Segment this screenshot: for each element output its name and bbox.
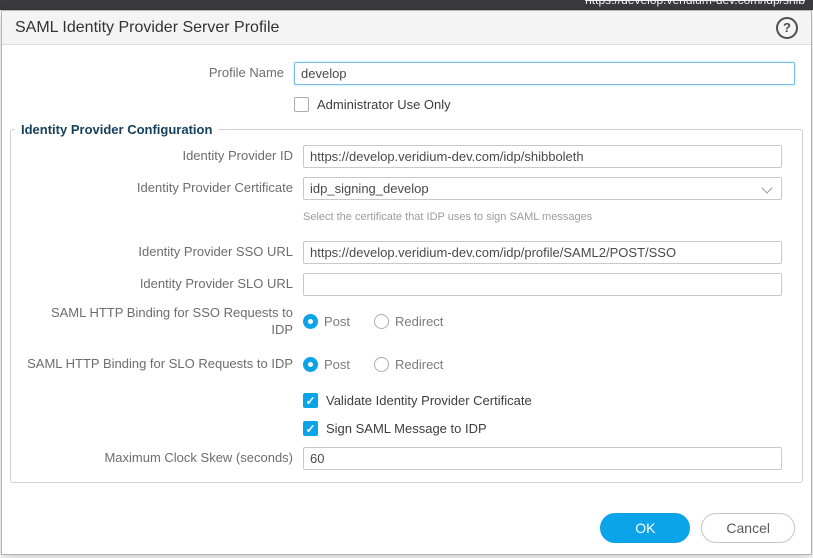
idp-certificate-helper-text: Select the certificate that IDP uses to … bbox=[303, 211, 592, 223]
sso-binding-redirect-label[interactable]: Redirect bbox=[395, 314, 443, 329]
sign-saml-checkbox[interactable] bbox=[303, 421, 318, 436]
sign-saml-row: Sign SAML Message to IDP bbox=[11, 419, 790, 439]
identity-provider-configuration-section: Identity Provider Configuration Identity… bbox=[10, 122, 803, 483]
profile-name-label: Profile Name bbox=[2, 65, 294, 82]
chevron-down-icon bbox=[761, 182, 772, 193]
sign-saml-label: Sign SAML Message to IDP bbox=[326, 421, 487, 436]
sso-binding-post-label[interactable]: Post bbox=[324, 314, 350, 329]
idp-id-input[interactable] bbox=[303, 145, 782, 168]
idp-certificate-helper-row: Select the certificate that IDP uses to … bbox=[11, 209, 790, 229]
slo-binding-post-radio[interactable] bbox=[303, 357, 318, 372]
slo-binding-label: SAML HTTP Binding for SLO Requests to ID… bbox=[11, 356, 303, 373]
sso-url-label: Identity Provider SSO URL bbox=[11, 244, 303, 261]
validate-cert-row: Validate Identity Provider Certificate bbox=[11, 391, 790, 411]
admin-use-only-label: Administrator Use Only bbox=[317, 97, 451, 112]
admin-use-only-row: Administrator Use Only bbox=[2, 94, 811, 114]
slo-url-input[interactable] bbox=[303, 273, 782, 296]
saml-idp-server-profile-dialog: SAML Identity Provider Server Profile ? … bbox=[1, 10, 812, 555]
sso-binding-post-radio[interactable] bbox=[303, 314, 318, 329]
validate-cert-checkbox[interactable] bbox=[303, 393, 318, 408]
slo-binding-redirect-label[interactable]: Redirect bbox=[395, 357, 443, 372]
dialog-body: Profile Name Administrator Use Only Iden… bbox=[2, 45, 811, 483]
cancel-button[interactable]: Cancel bbox=[701, 513, 795, 543]
sso-binding-label: SAML HTTP Binding for SSO Requests to ID… bbox=[11, 305, 303, 339]
dialog-footer: OK Cancel bbox=[600, 513, 795, 543]
idp-certificate-row: Identity Provider Certificate idp_signin… bbox=[11, 177, 790, 200]
ok-button[interactable]: OK bbox=[600, 513, 690, 543]
slo-url-row: Identity Provider SLO URL bbox=[11, 273, 790, 296]
sso-binding-redirect-radio[interactable] bbox=[374, 314, 389, 329]
dialog-title: SAML Identity Provider Server Profile bbox=[15, 19, 279, 37]
clock-skew-label: Maximum Clock Skew (seconds) bbox=[11, 450, 303, 467]
section-legend: Identity Provider Configuration bbox=[15, 122, 218, 137]
help-icon[interactable]: ? bbox=[776, 17, 798, 39]
sso-url-row: Identity Provider SSO URL bbox=[11, 241, 790, 264]
sso-url-input[interactable] bbox=[303, 241, 782, 264]
background-url-text: https://develop.veridium-dev.com/idp/shi… bbox=[585, 0, 805, 7]
slo-binding-post-label[interactable]: Post bbox=[324, 357, 350, 372]
slo-binding-row: SAML HTTP Binding for SLO Requests to ID… bbox=[11, 355, 790, 375]
profile-name-input[interactable] bbox=[294, 62, 795, 85]
idp-certificate-select[interactable]: idp_signing_develop bbox=[303, 177, 782, 200]
admin-use-only-checkbox[interactable] bbox=[294, 97, 309, 112]
clock-skew-row: Maximum Clock Skew (seconds) bbox=[11, 447, 790, 470]
clock-skew-input[interactable] bbox=[303, 447, 782, 470]
idp-id-label: Identity Provider ID bbox=[11, 148, 303, 165]
dialog-header: SAML Identity Provider Server Profile ? bbox=[2, 11, 811, 45]
sso-binding-row: SAML HTTP Binding for SSO Requests to ID… bbox=[11, 305, 790, 339]
idp-certificate-value: idp_signing_develop bbox=[310, 181, 429, 196]
idp-id-row: Identity Provider ID bbox=[11, 145, 790, 168]
validate-cert-label: Validate Identity Provider Certificate bbox=[326, 393, 532, 408]
profile-name-row: Profile Name bbox=[2, 62, 811, 85]
idp-certificate-label: Identity Provider Certificate bbox=[11, 180, 303, 197]
slo-url-label: Identity Provider SLO URL bbox=[11, 276, 303, 293]
slo-binding-redirect-radio[interactable] bbox=[374, 357, 389, 372]
background-page-strip: https://develop.veridium-dev.com/idp/shi… bbox=[0, 0, 813, 10]
